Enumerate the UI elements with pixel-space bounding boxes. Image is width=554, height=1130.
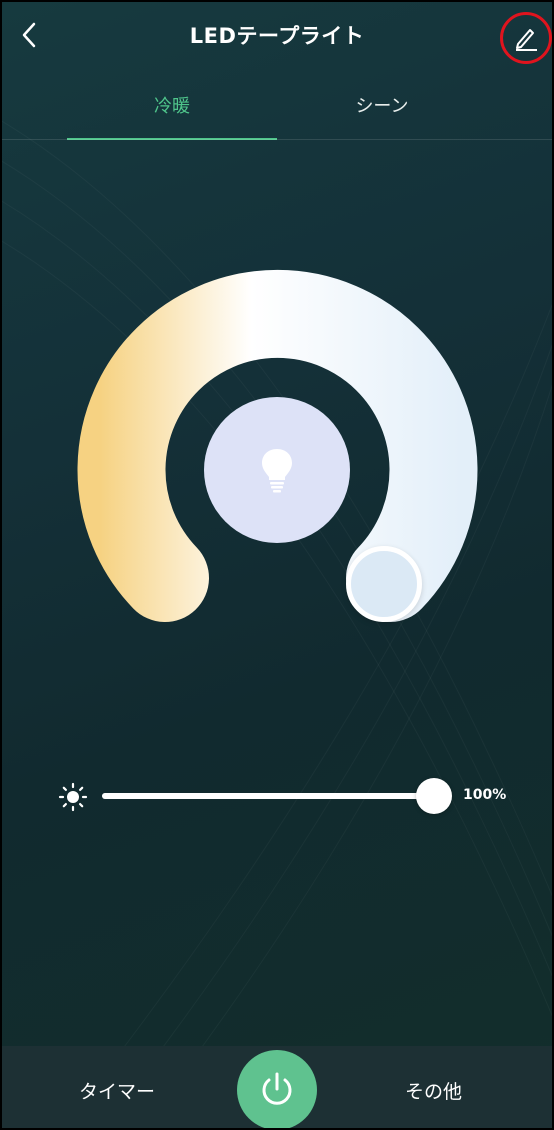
tab-bar: 冷暖 シーン (0, 84, 554, 140)
tab-color-temperature[interactable]: 冷暖 (67, 92, 277, 118)
light-bulb-icon (262, 449, 292, 493)
pencil-edit-icon (516, 29, 537, 51)
power-button[interactable] (237, 1050, 317, 1130)
more-button[interactable]: その他 (405, 1077, 462, 1104)
brightness-slider-thumb[interactable] (416, 778, 452, 814)
app-header: LEDテープライト (0, 0, 554, 70)
brightness-slider[interactable] (102, 793, 434, 799)
power-icon (262, 1072, 292, 1105)
sun-icon (58, 782, 88, 812)
temperature-knob[interactable] (346, 546, 422, 622)
brightness-value: 100% (463, 787, 507, 803)
tab-divider (0, 139, 554, 140)
edit-button[interactable] (500, 12, 552, 64)
page-title: LEDテープライト (189, 24, 365, 48)
tab-scene[interactable]: シーン (277, 92, 487, 118)
brightness-slider-fill (102, 793, 434, 799)
brightness-control: 100% (56, 776, 536, 816)
timer-button[interactable]: タイマー (79, 1077, 155, 1104)
light-preview (204, 397, 350, 543)
